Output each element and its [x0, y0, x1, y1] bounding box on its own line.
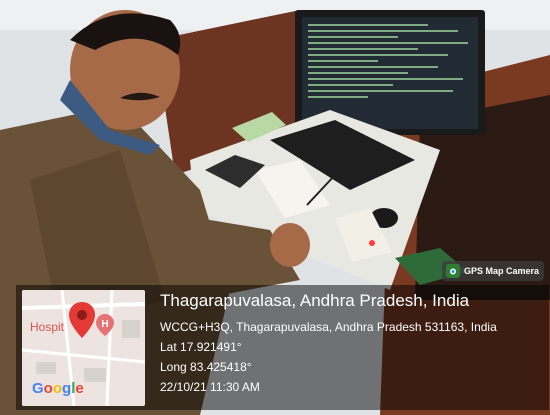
map-thumbnail: H Hospit Google [22, 290, 145, 406]
photo-frame: GPS Map Camera H Hospit Google Thagarapu… [0, 0, 550, 415]
google-logo: Google [32, 380, 84, 397]
person-hand [270, 223, 310, 267]
google-letter: o [43, 380, 53, 397]
google-letter: g [62, 380, 72, 397]
location-pin-icon [69, 302, 95, 338]
led [369, 240, 375, 246]
google-letter: o [52, 380, 63, 397]
datetime-text: 22/10/21 11:30 AM [160, 380, 260, 394]
longitude-text: Long 83.425418° [160, 360, 252, 374]
location-address: WCCG+H3Q, Thagarapuvalasa, Andhra Prades… [160, 320, 497, 334]
google-letter: G [32, 380, 44, 397]
poi-label: Hospit [30, 320, 65, 334]
latitude-text: Lat 17.921491° [160, 340, 242, 354]
gps-map-camera-badge: GPS Map Camera [442, 261, 544, 281]
location-place: Thagarapuvalasa, Andhra Pradesh, India [160, 291, 470, 310]
svg-text:H: H [101, 319, 108, 330]
hospital-marker-icon: H [96, 314, 114, 336]
google-letter: e [75, 380, 84, 397]
camera-icon [446, 264, 460, 278]
app-name: GPS Map Camera [464, 266, 540, 276]
